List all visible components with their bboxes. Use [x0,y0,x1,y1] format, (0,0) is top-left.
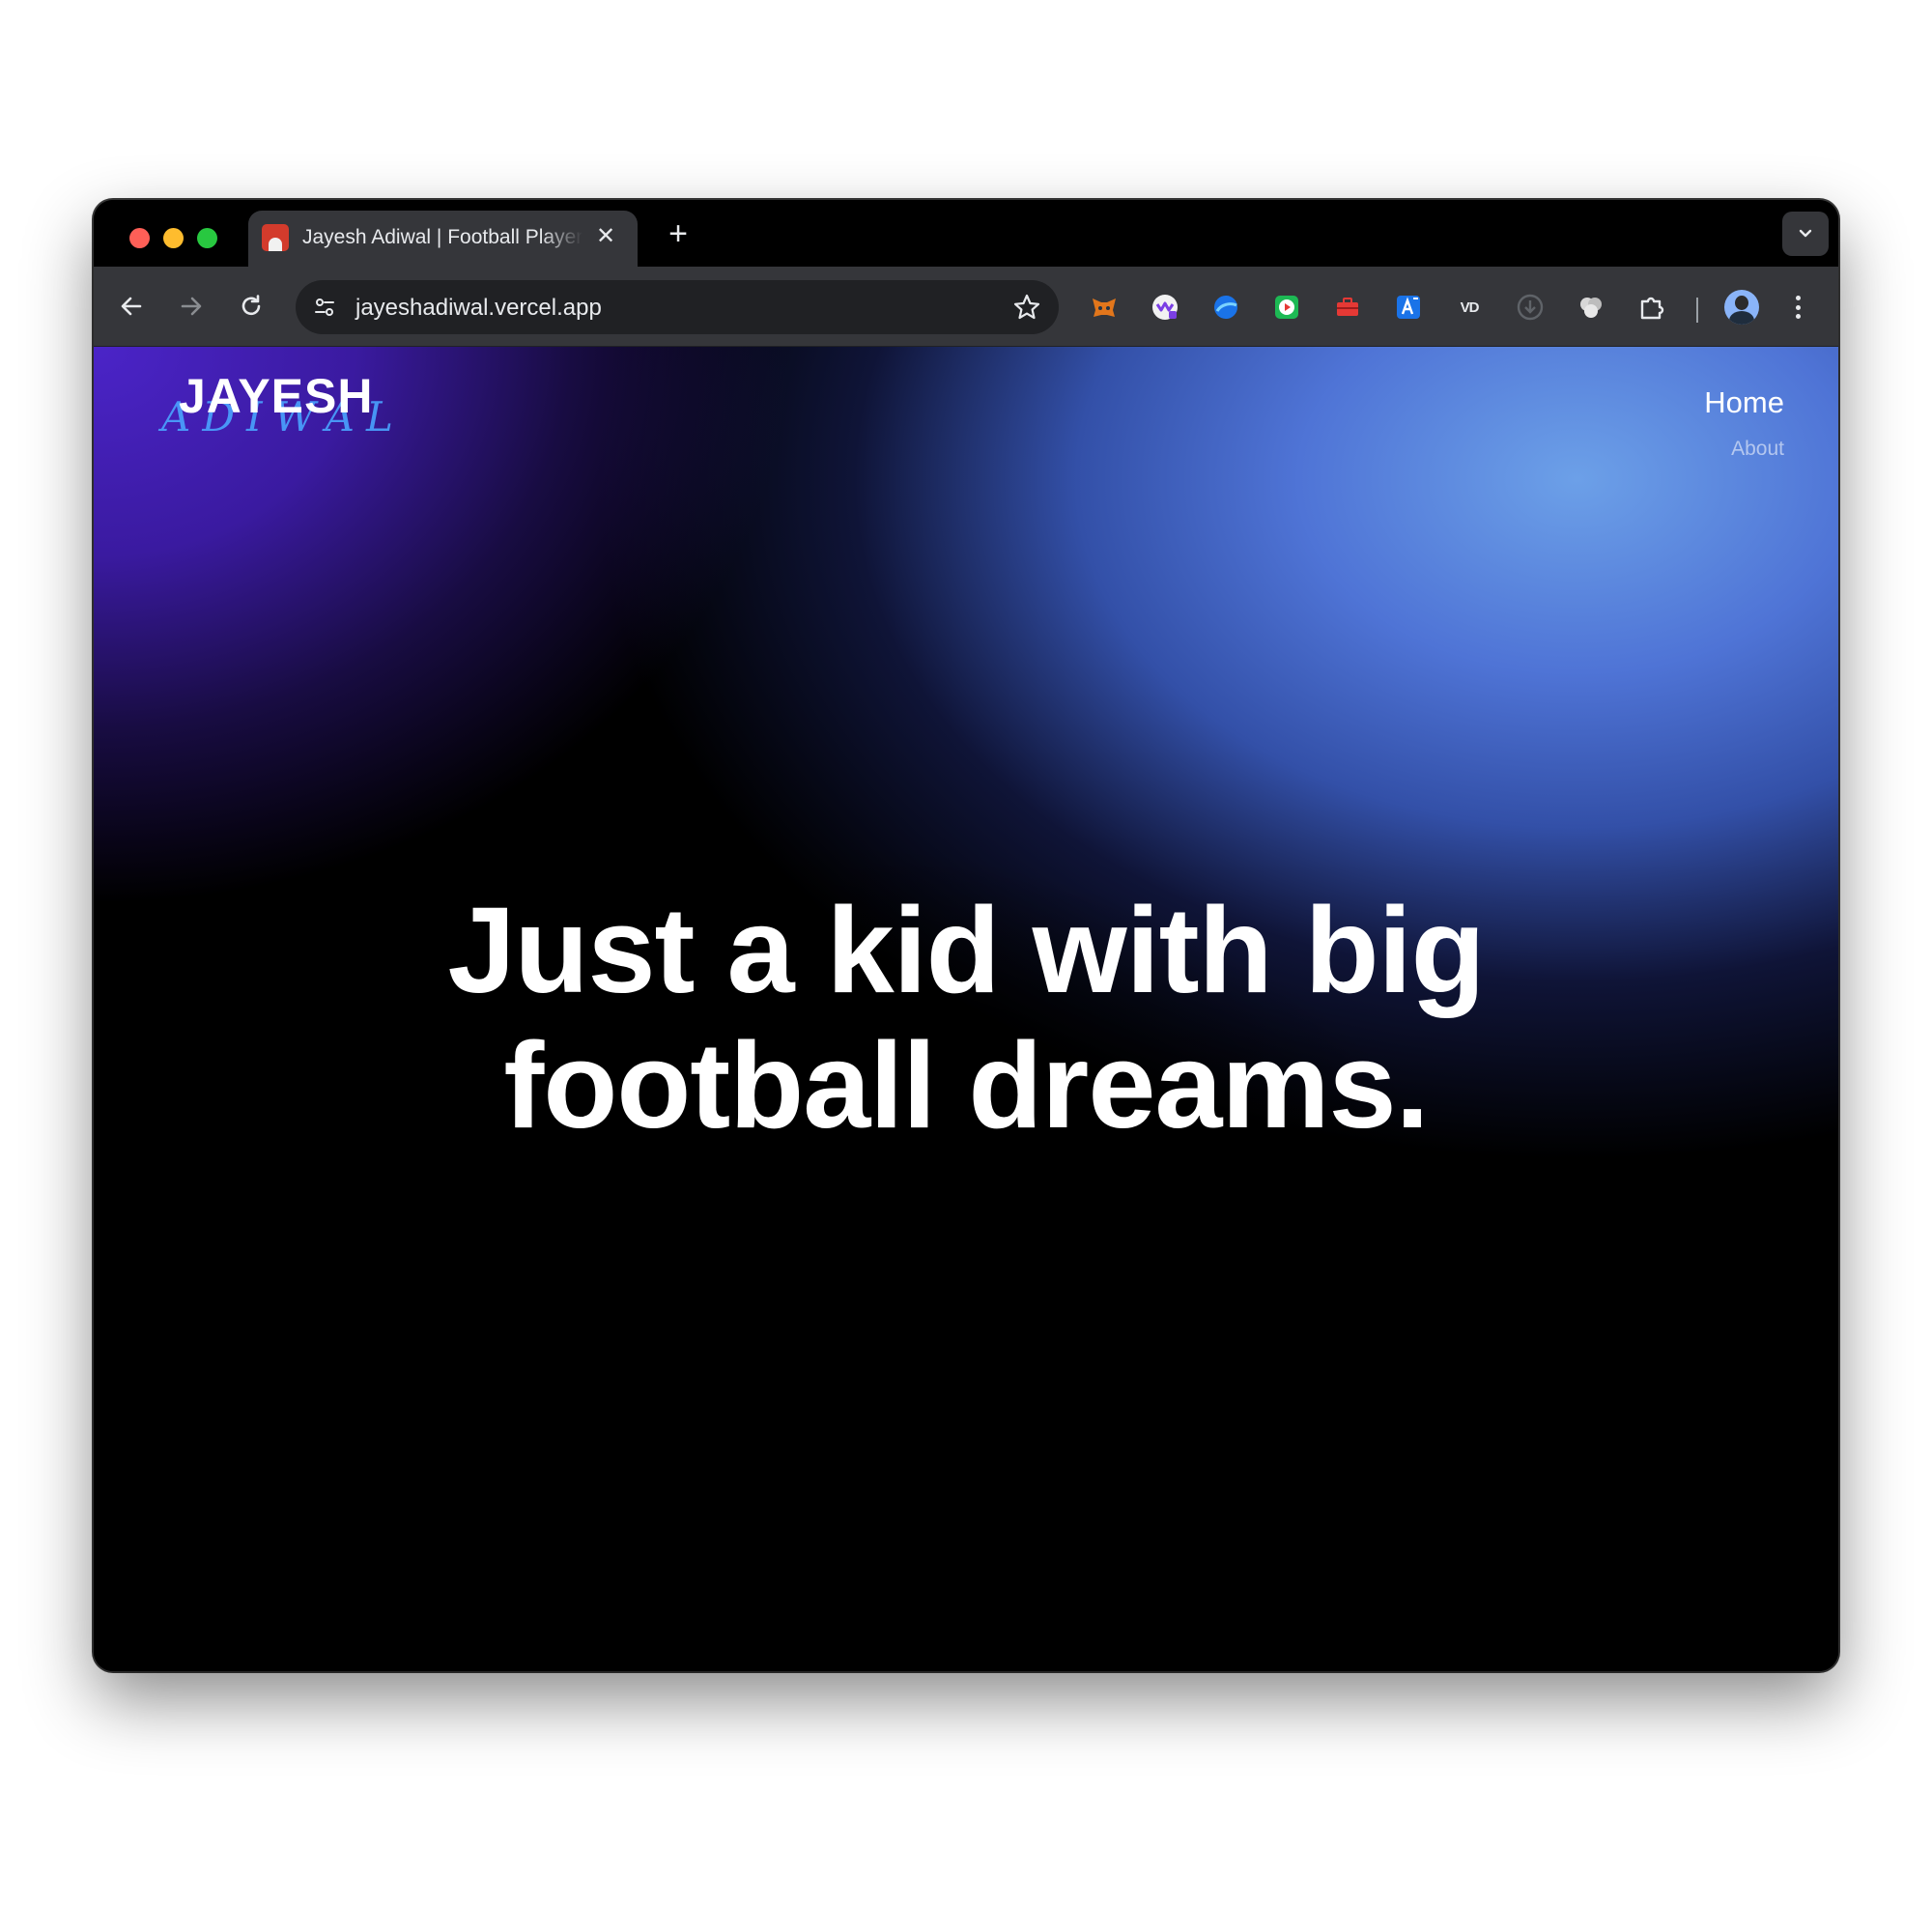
reload-button[interactable] [231,286,271,327]
tab-search-button[interactable] [1782,212,1829,256]
more-menu-icon[interactable] [1788,292,1807,323]
browser-window: Jayesh Adiwal | Football Player ✕ + jaye… [94,200,1838,1671]
nav-link-home[interactable]: Home [1704,385,1784,420]
star-icon [1013,294,1040,320]
video-icon[interactable] [1271,292,1302,323]
browser-toolbar: jayeshadiwal.vercel.app VD [94,267,1838,347]
tab-close-icon[interactable]: ✕ [591,222,620,251]
address-bar[interactable]: jayeshadiwal.vercel.app [296,280,1059,334]
assistant-icon[interactable] [1576,292,1606,323]
nav-link-about[interactable]: About [1731,438,1784,461]
url-text[interactable]: jayeshadiwal.vercel.app [355,295,602,322]
maximize-window-button[interactable] [197,228,217,248]
tune-icon [315,298,334,316]
toolbox-icon[interactable] [1332,292,1363,323]
metamask-icon[interactable] [1089,292,1120,323]
tab-title: Jayesh Adiwal | Football Player [302,226,582,248]
arrow-right-icon [181,297,202,316]
puzzle-icon[interactable] [1636,292,1667,323]
bookmark-button[interactable] [1012,293,1041,322]
site-info-button[interactable] [305,288,344,327]
close-window-button[interactable] [129,228,150,248]
vd-icon-label: VD [1460,298,1480,316]
page-viewport: ADIWAL JAYESH Home About Just a kid with… [94,347,1838,1671]
profile-avatar[interactable] [1724,290,1759,325]
vd-icon[interactable]: VD [1454,292,1485,323]
vpn-icon[interactable] [1210,292,1241,323]
reload-icon [242,295,261,316]
translate-icon[interactable] [1393,292,1424,323]
tab-strip: Jayesh Adiwal | Football Player ✕ + [94,200,1838,267]
new-tab-button[interactable]: + [659,215,697,254]
minimize-window-button[interactable] [163,228,184,248]
forward-button[interactable] [171,286,212,327]
back-button[interactable] [111,286,152,327]
download-icon[interactable] [1515,292,1546,323]
toolbar-separator [1696,298,1698,323]
profile-favicon-icon [262,224,289,251]
wallet-icon[interactable] [1150,292,1180,323]
hero-headline: Just a kid with big football dreams. [447,882,1485,1153]
arrow-left-icon [121,297,142,316]
chevron-down-icon [1799,229,1812,238]
site-logo[interactable]: ADIWAL JAYESH [161,360,393,447]
tab-active[interactable]: Jayesh Adiwal | Football Player ✕ [248,211,638,267]
logo-main-text: JAYESH [179,369,374,423]
